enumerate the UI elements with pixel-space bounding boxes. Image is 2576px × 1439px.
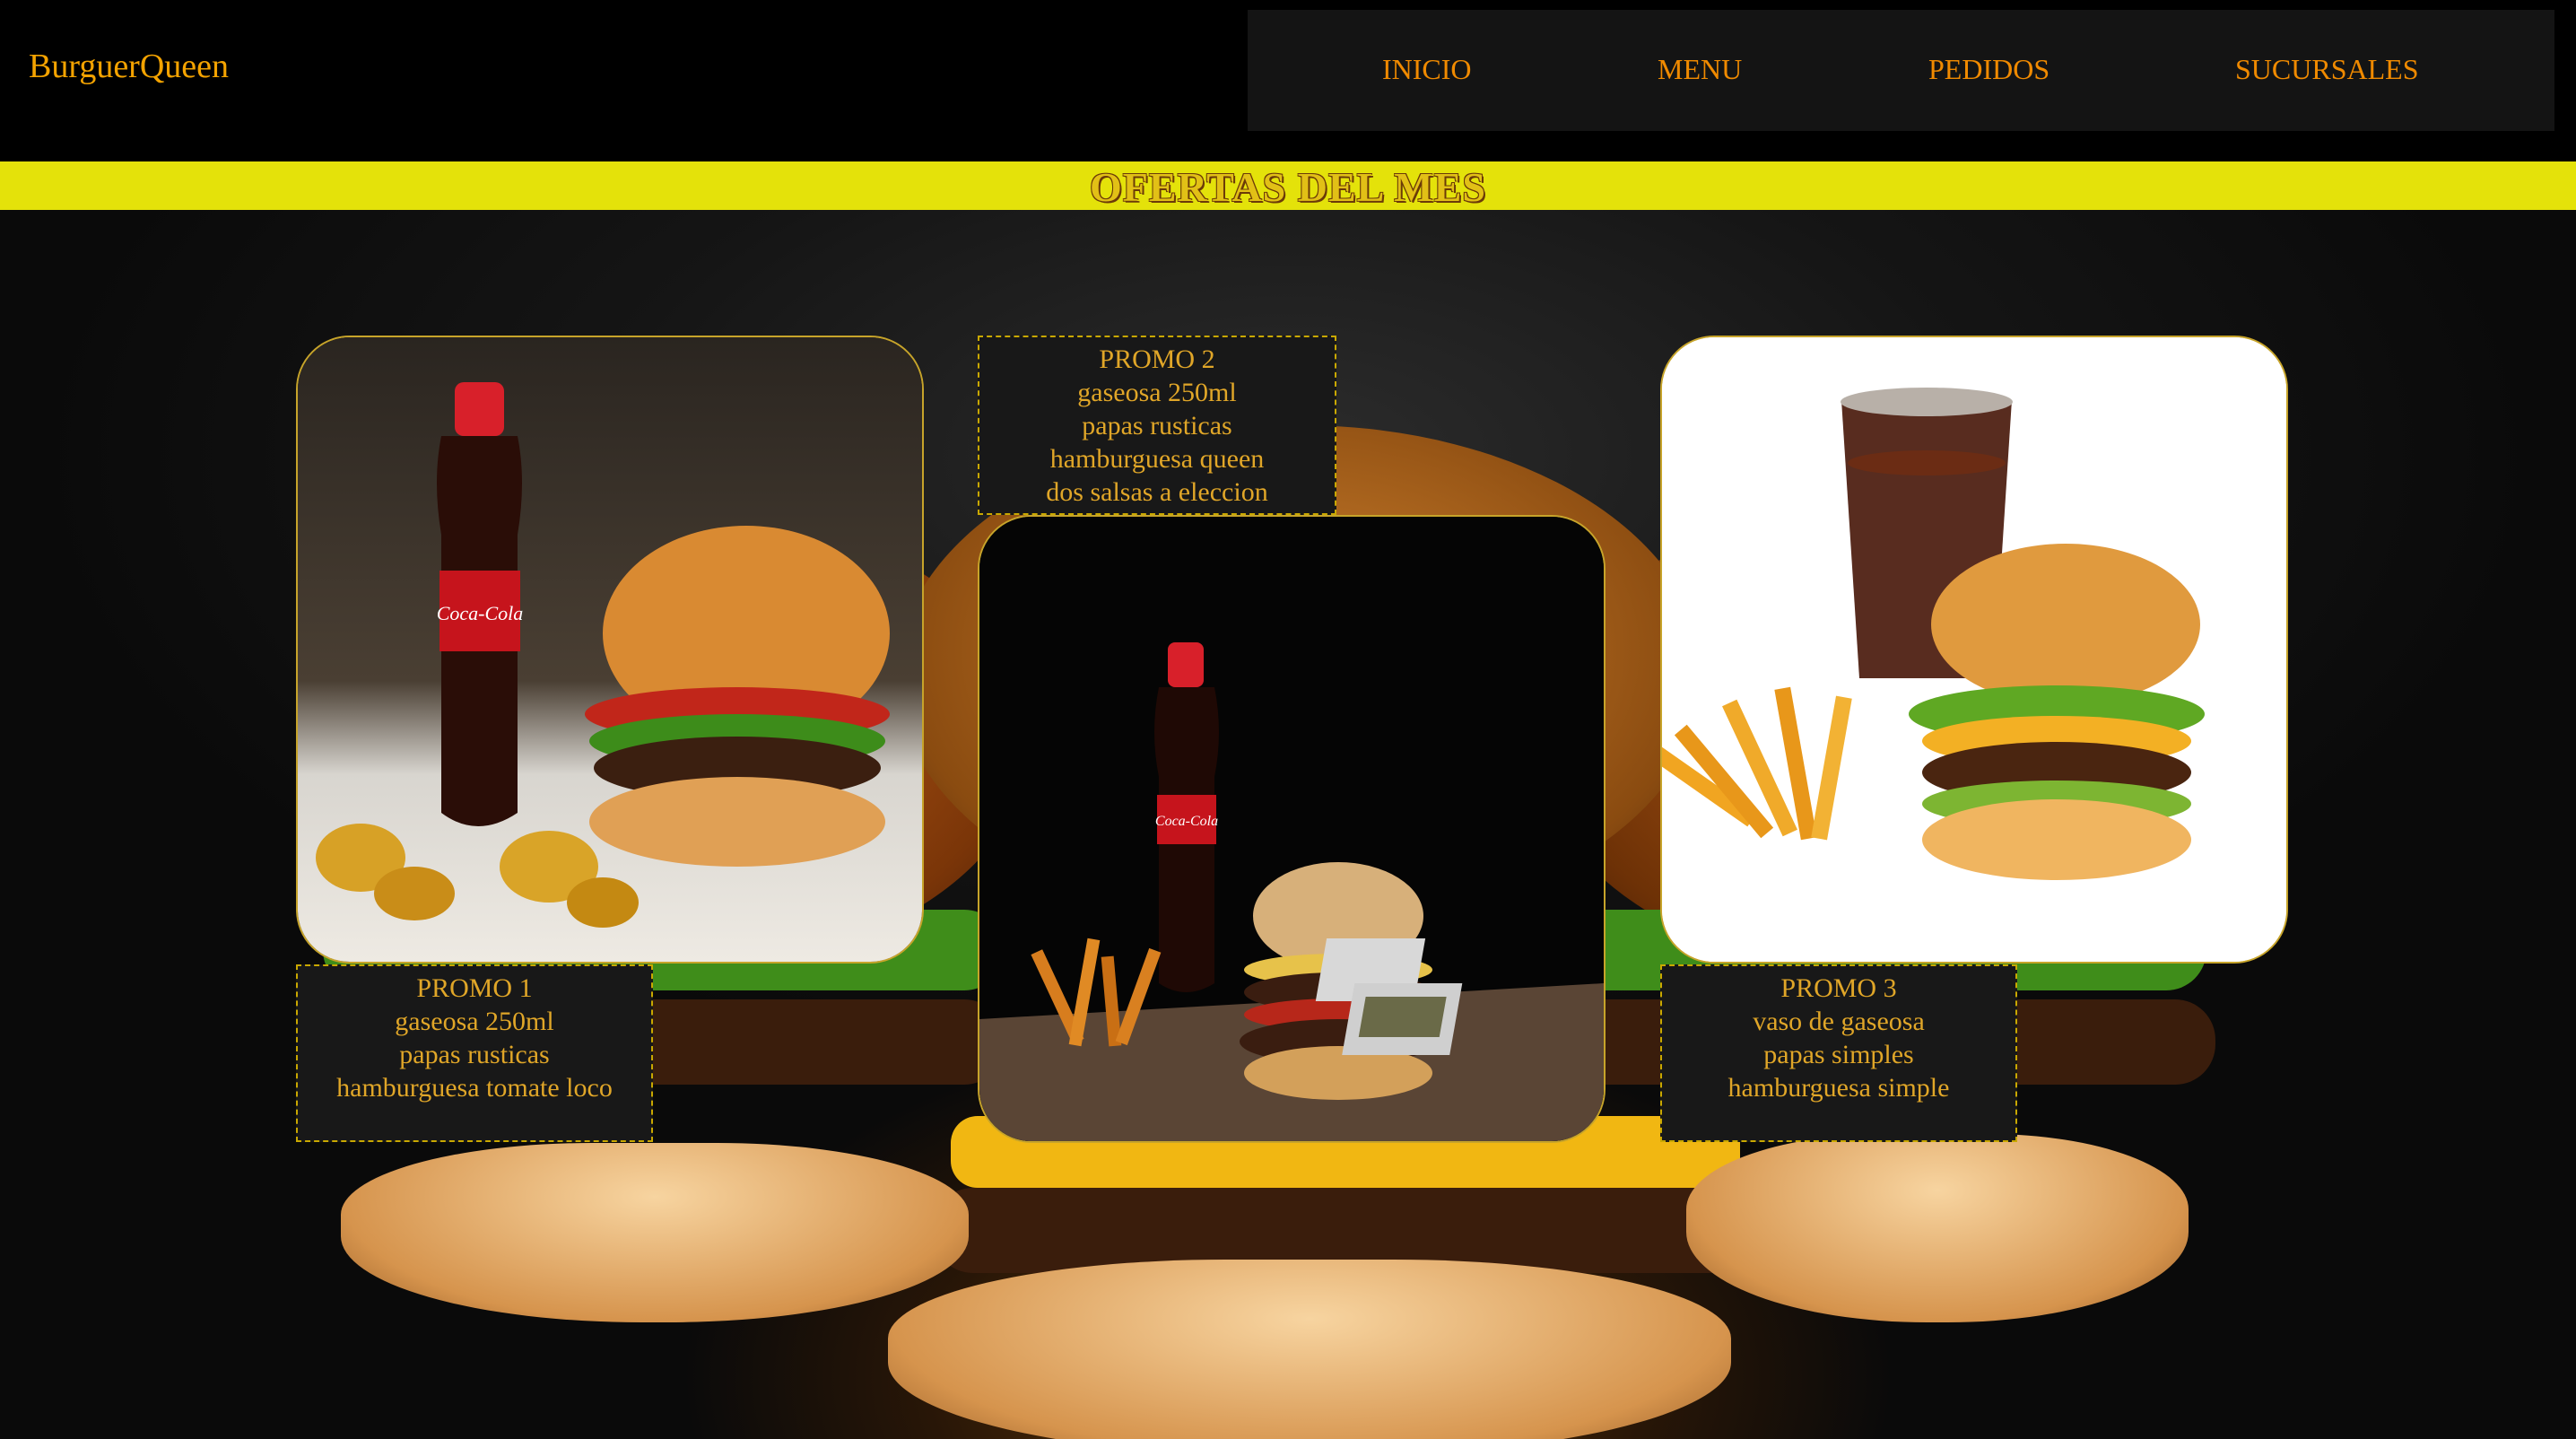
promo-1-item: papas rusticas bbox=[399, 1040, 550, 1069]
promo-1-item: gaseosa 250ml bbox=[395, 1007, 554, 1036]
promo-3-image[interactable] bbox=[1660, 336, 2288, 964]
nav-link-menu[interactable]: MENU bbox=[1658, 53, 1742, 86]
promo-3-item: papas simples bbox=[1763, 1040, 1914, 1069]
promo-3-item: hamburguesa simple bbox=[1727, 1073, 1950, 1103]
offers-banner: OFERTAS DEL MES bbox=[0, 161, 2576, 210]
promo-2-details: PROMO 2 gaseosa 250ml papas rusticas ham… bbox=[978, 336, 1336, 515]
cola-label: Coca-Cola bbox=[437, 602, 524, 624]
promo-3-photo bbox=[1662, 337, 2286, 962]
bg-bottom-bun bbox=[1686, 1134, 2189, 1322]
nav-link-pedidos[interactable]: PEDIDOS bbox=[1928, 53, 2049, 86]
promo-1-image[interactable]: Coca-Cola bbox=[296, 336, 924, 964]
cola-label: Coca-Cola bbox=[1155, 814, 1218, 829]
promo-3-item: vaso de gaseosa bbox=[1753, 1007, 1925, 1036]
main-nav: INICIO MENU PEDIDOS SUCURSALES bbox=[1248, 10, 2554, 131]
bg-bottom-bun bbox=[341, 1143, 969, 1322]
promo-2-item: papas rusticas bbox=[1082, 411, 1232, 440]
promo-2-item: dos salsas a eleccion bbox=[1046, 477, 1268, 507]
promo-1-title: PROMO 1 bbox=[416, 973, 533, 1003]
bg-bottom-bun bbox=[888, 1260, 1731, 1439]
nav-link-inicio[interactable]: INICIO bbox=[1382, 53, 1472, 86]
nav-link-sucursales[interactable]: SUCURSALES bbox=[2235, 53, 2419, 86]
promo-1-item: hamburguesa tomate loco bbox=[336, 1073, 613, 1103]
offers-title: OFERTAS DEL MES bbox=[1090, 164, 1486, 210]
promo-1-details: PROMO 1 gaseosa 250ml papas rusticas ham… bbox=[296, 964, 653, 1142]
promo-1-photo: Coca-Cola bbox=[298, 337, 922, 962]
promo-3-details: PROMO 3 vaso de gaseosa papas simples ha… bbox=[1660, 964, 2017, 1142]
promo-2-title: PROMO 2 bbox=[1099, 344, 1215, 374]
brand-logo[interactable]: BurguerQueen bbox=[29, 47, 229, 86]
promo-2-image[interactable]: Coca-Cola bbox=[978, 515, 1606, 1143]
promo-2-item: hamburguesa queen bbox=[1049, 444, 1265, 474]
promo-2-item: gaseosa 250ml bbox=[1077, 378, 1237, 407]
promo-2-photo: Coca-Cola bbox=[979, 517, 1604, 1141]
promo-3-title: PROMO 3 bbox=[1780, 973, 1897, 1003]
site-header: BurguerQueen INICIO MENU PEDIDOS SUCURSA… bbox=[0, 0, 2576, 161]
